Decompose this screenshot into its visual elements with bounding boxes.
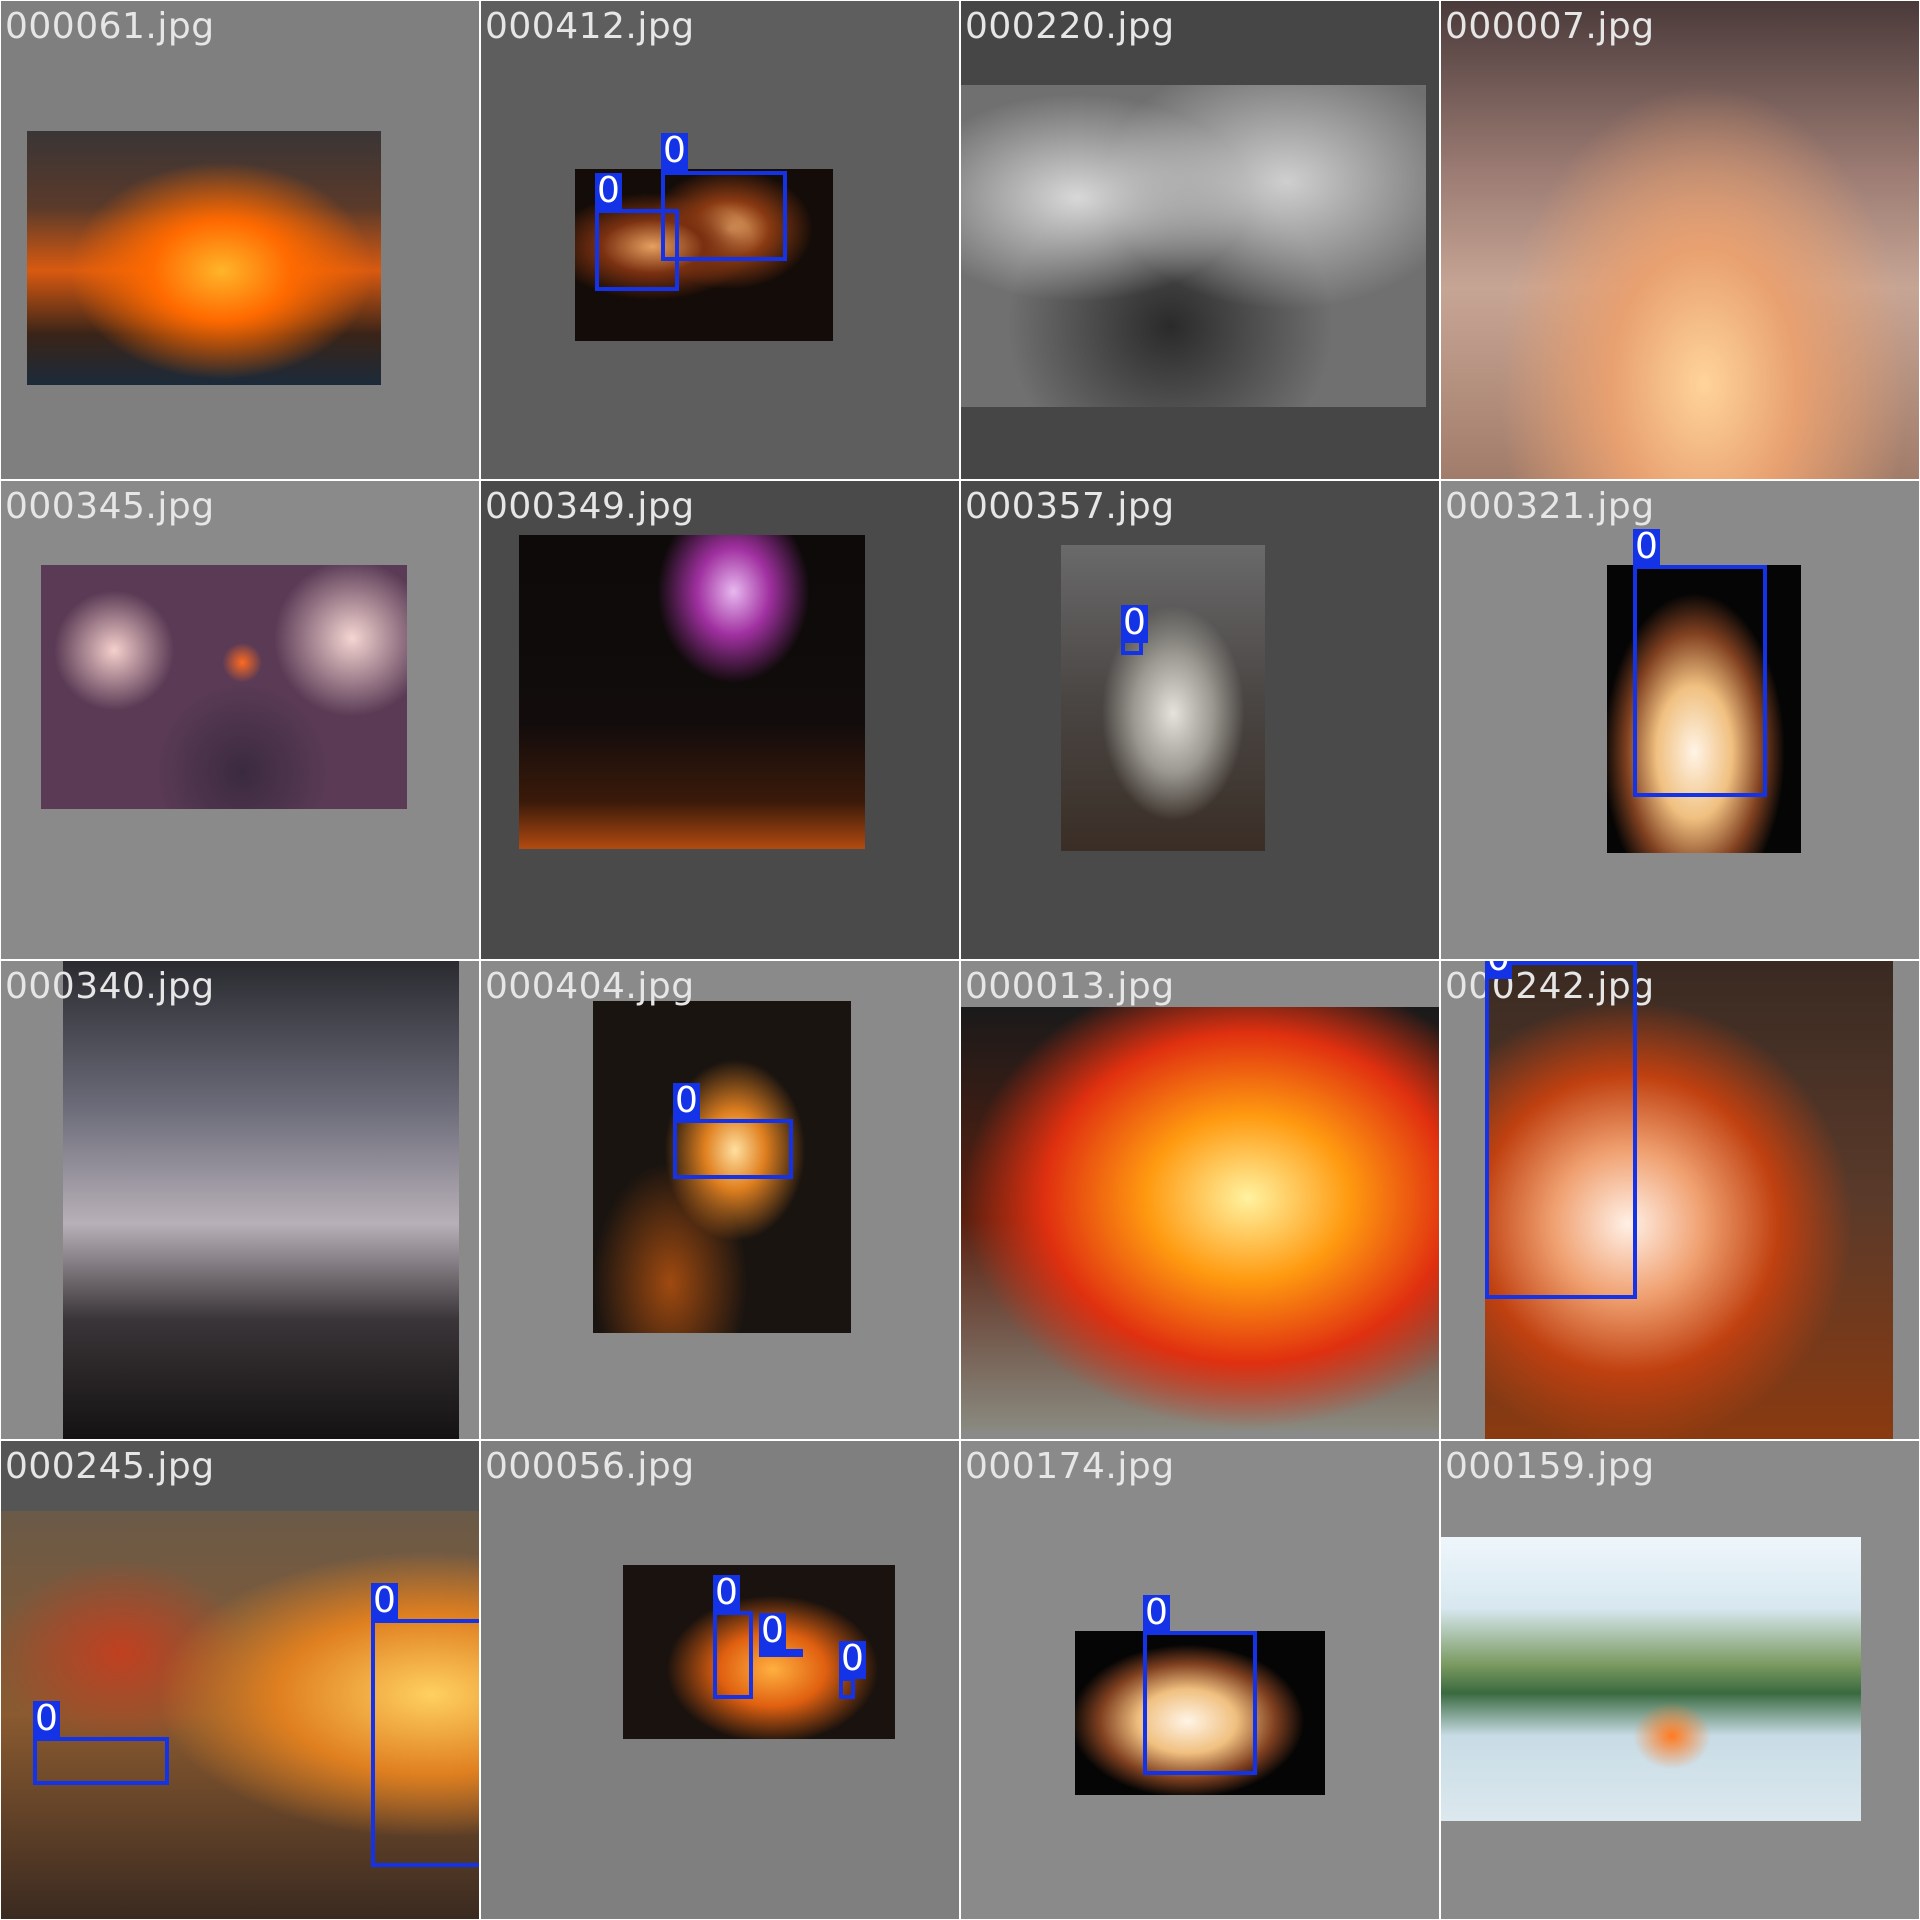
class-label: 0 xyxy=(1633,526,1660,567)
tile: 0 000174.jpg xyxy=(961,1441,1439,1919)
filename-label: 000007.jpg xyxy=(1445,6,1655,47)
detection-box xyxy=(371,1619,479,1867)
tile: 000345.jpg xyxy=(1,481,479,959)
filename-label: 000056.jpg xyxy=(485,1446,695,1487)
mosaic-grid: 000061.jpg 0 0 000412.jpg 000220.jpg 000… xyxy=(0,0,1920,1920)
detection-box xyxy=(661,171,787,261)
class-label: 0 xyxy=(839,1638,866,1679)
tile: 0 000321.jpg xyxy=(1441,481,1919,959)
filename-label: 000321.jpg xyxy=(1445,486,1655,527)
tile: 000340.jpg xyxy=(1,961,479,1439)
filename-label: 000357.jpg xyxy=(965,486,1175,527)
photo xyxy=(1061,545,1265,851)
photo xyxy=(961,85,1426,407)
tile: 0 0 000245.jpg xyxy=(1,1441,479,1919)
class-label: 0 xyxy=(759,1610,786,1651)
class-label: 0 xyxy=(661,130,688,171)
class-label: 0 xyxy=(33,1698,60,1739)
detection-box xyxy=(713,1611,753,1699)
photo xyxy=(1441,1537,1861,1821)
filename-label: 000412.jpg xyxy=(485,6,695,47)
detection-box xyxy=(595,209,679,291)
detection-box xyxy=(1633,565,1767,797)
filename-label: 000345.jpg xyxy=(5,486,215,527)
filename-label: 000349.jpg xyxy=(485,486,695,527)
tile: 0 000404.jpg xyxy=(481,961,959,1439)
filename-label: 000340.jpg xyxy=(5,966,215,1007)
tile: 0 000357.jpg xyxy=(961,481,1439,959)
filename-label: 000174.jpg xyxy=(965,1446,1175,1487)
detection-box xyxy=(839,1677,855,1699)
tile: 0 0 0 000056.jpg xyxy=(481,1441,959,1919)
tile: 0 0 000412.jpg xyxy=(481,1,959,479)
detection-box xyxy=(673,1119,793,1179)
tile: 000061.jpg xyxy=(1,1,479,479)
class-label: 0 xyxy=(1485,961,1512,979)
tile: 0 000242.jpg xyxy=(1441,961,1919,1439)
filename-label: 000061.jpg xyxy=(5,6,215,47)
class-label: 0 xyxy=(713,1572,740,1613)
tile: 000349.jpg xyxy=(481,481,959,959)
photo xyxy=(1441,1,1919,479)
filename-label: 000404.jpg xyxy=(485,966,695,1007)
class-label: 0 xyxy=(595,170,622,211)
class-label: 0 xyxy=(673,1080,700,1121)
tile: 000007.jpg xyxy=(1441,1,1919,479)
tile: 000159.jpg xyxy=(1441,1441,1919,1919)
detection-box xyxy=(1143,1631,1257,1775)
class-label: 0 xyxy=(1143,1592,1170,1633)
photo xyxy=(519,535,865,849)
filename-label: 000245.jpg xyxy=(5,1446,215,1487)
detection-box xyxy=(1485,961,1637,1299)
photo xyxy=(961,1007,1439,1431)
tile: 000220.jpg xyxy=(961,1,1439,479)
class-label: 0 xyxy=(371,1580,398,1621)
filename-label: 000220.jpg xyxy=(965,6,1175,47)
filename-label: 000013.jpg xyxy=(965,966,1175,1007)
photo xyxy=(41,565,407,809)
photo xyxy=(63,961,459,1439)
tile: 000013.jpg xyxy=(961,961,1439,1439)
photo xyxy=(27,131,381,385)
detection-box xyxy=(33,1737,169,1785)
class-label: 0 xyxy=(1121,602,1148,643)
filename-label: 000159.jpg xyxy=(1445,1446,1655,1487)
